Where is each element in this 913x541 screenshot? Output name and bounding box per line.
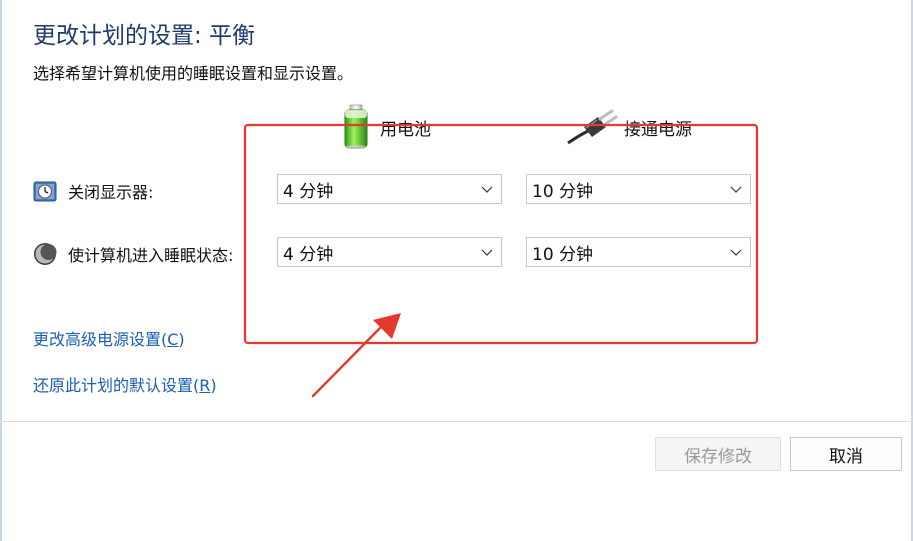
chevron-down-icon [481, 249, 493, 256]
sleep-plugged-select[interactable]: 10 分钟 [526, 237, 751, 267]
row-label-sleep: 使计算机进入睡眠状态: [68, 246, 234, 265]
window-border-left [0, 0, 2, 541]
page-subtitle: 选择希望计算机使用的睡眠设置和显示设置。 [33, 64, 354, 83]
footer-divider [0, 421, 913, 422]
annotation-arrow [311, 313, 401, 398]
cancel-button[interactable]: 取消 [790, 437, 902, 471]
row-label-display: 关闭显示器: [68, 183, 154, 202]
sleep-battery-value: 4 分钟 [283, 244, 334, 265]
page-title: 更改计划的设置: 平衡 [33, 23, 256, 49]
advanced-power-settings-link[interactable]: 更改高级电源设置(C) [33, 326, 185, 350]
sleep-battery-select[interactable]: 4 分钟 [277, 237, 502, 267]
column-header-battery: 用电池 [340, 104, 431, 150]
column-header-plugged: 接通电源 [566, 104, 692, 150]
chevron-down-icon [730, 249, 742, 256]
moon-icon [34, 243, 57, 265]
display-battery-value: 4 分钟 [283, 181, 334, 202]
display-plugged-select[interactable]: 10 分钟 [526, 174, 751, 204]
chevron-down-icon [730, 186, 742, 193]
display-plugged-value: 10 分钟 [532, 181, 594, 202]
annotation-highlight-box [243, 123, 759, 345]
power-plug-icon [567, 109, 618, 145]
display-battery-select[interactable]: 4 分钟 [277, 174, 502, 204]
chevron-down-icon [481, 186, 493, 193]
save-changes-button[interactable]: 保存修改 [655, 437, 781, 471]
restore-defaults-link[interactable]: 还原此计划的默认设置(R) [33, 372, 217, 396]
row-turn-off-display: 关闭显示器: [32, 177, 153, 205]
row-sleep: 使计算机进入睡眠状态: [32, 240, 233, 268]
battery-icon [344, 104, 368, 149]
column-label-plugged: 接通电源 [624, 119, 692, 140]
column-label-battery: 用电池 [380, 119, 431, 140]
sleep-plugged-value: 10 分钟 [532, 244, 594, 265]
clock-icon [33, 181, 57, 202]
